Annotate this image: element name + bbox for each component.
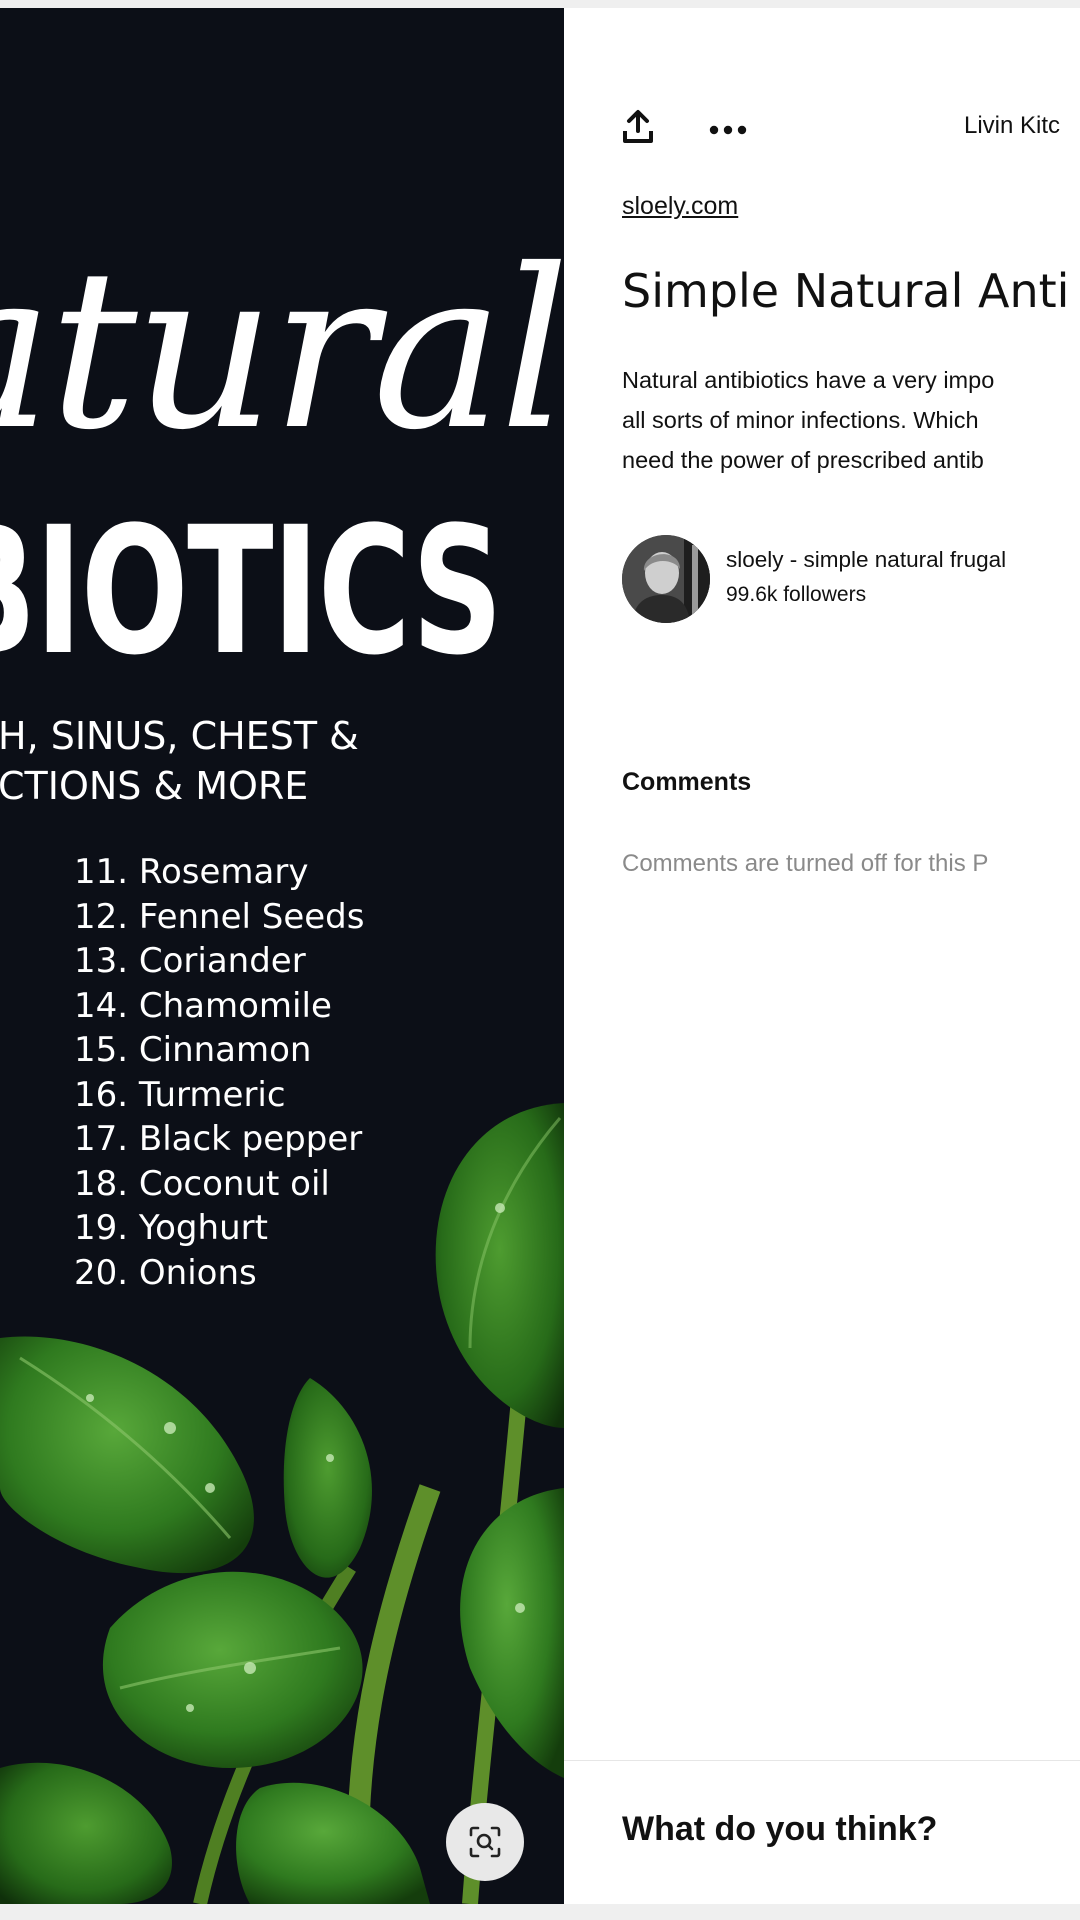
pin-description: Natural antibiotics have a very impo all… bbox=[622, 360, 1080, 480]
list-item: 20. Onions bbox=[74, 1252, 257, 1293]
list-item: 15. Cinnamon bbox=[74, 1030, 312, 1070]
image-bold-title: BIOTICS bbox=[0, 489, 503, 694]
comment-input[interactable]: What do you think? bbox=[622, 1810, 937, 1849]
creator-followers: 99.6k followers bbox=[726, 583, 867, 606]
image-subtitle-line-2: CTIONS & MORE bbox=[0, 764, 309, 808]
description-line: all sorts of minor infections. Which bbox=[622, 407, 979, 433]
list-item: 16. Turmeric bbox=[74, 1074, 286, 1115]
more-options-icon bbox=[709, 125, 747, 135]
list-item: 11. Rosemary bbox=[74, 852, 309, 892]
pin-details-panel: Livin Kitc sloely.com Simple Natural Ant… bbox=[564, 8, 1080, 1904]
comments-heading: Comments bbox=[622, 768, 752, 796]
image-subtitle-line-1: H, SINUS, CHEST & bbox=[0, 714, 359, 758]
comments-status: Comments are turned off for this P bbox=[622, 850, 989, 877]
pin-closeup-card: atural BIOTICS H, SINUS, CHEST & CTIONS … bbox=[0, 8, 1080, 1904]
list-item: 14. Chamomile bbox=[74, 985, 332, 1026]
avatar[interactable] bbox=[622, 535, 710, 623]
source-link[interactable]: sloely.com bbox=[622, 192, 738, 221]
board-select-dropdown[interactable]: Livin Kitc bbox=[964, 112, 1060, 140]
image-script-title: atural bbox=[0, 222, 564, 478]
pin-image[interactable]: atural BIOTICS H, SINUS, CHEST & CTIONS … bbox=[0, 8, 564, 1904]
visual-search-icon bbox=[469, 1826, 501, 1858]
description-line: need the power of prescribed antib bbox=[622, 447, 984, 473]
pin-title: Simple Natural Anti bbox=[622, 264, 1070, 318]
more-options-button[interactable] bbox=[708, 118, 748, 142]
description-line: Natural antibiotics have a very impo bbox=[622, 367, 995, 393]
creator-name[interactable]: sloely - simple natural frugal bbox=[726, 547, 1006, 573]
list-item: 12. Fennel Seeds bbox=[74, 896, 365, 937]
list-item: 19. Yoghurt bbox=[74, 1208, 268, 1248]
remedy-list: 11. Rosemary 12. Fennel Seeds 13. Corian… bbox=[74, 850, 364, 1295]
list-item: 13. Coriander bbox=[74, 941, 306, 981]
share-upload-icon bbox=[623, 110, 653, 143]
list-item: 17. Black pepper bbox=[74, 1119, 363, 1159]
divider bbox=[564, 1760, 1080, 1761]
list-item: 18. Coconut oil bbox=[74, 1163, 330, 1204]
creator-avatar-photo bbox=[622, 535, 710, 623]
visual-search-button[interactable] bbox=[446, 1803, 524, 1881]
share-button[interactable] bbox=[620, 106, 656, 148]
